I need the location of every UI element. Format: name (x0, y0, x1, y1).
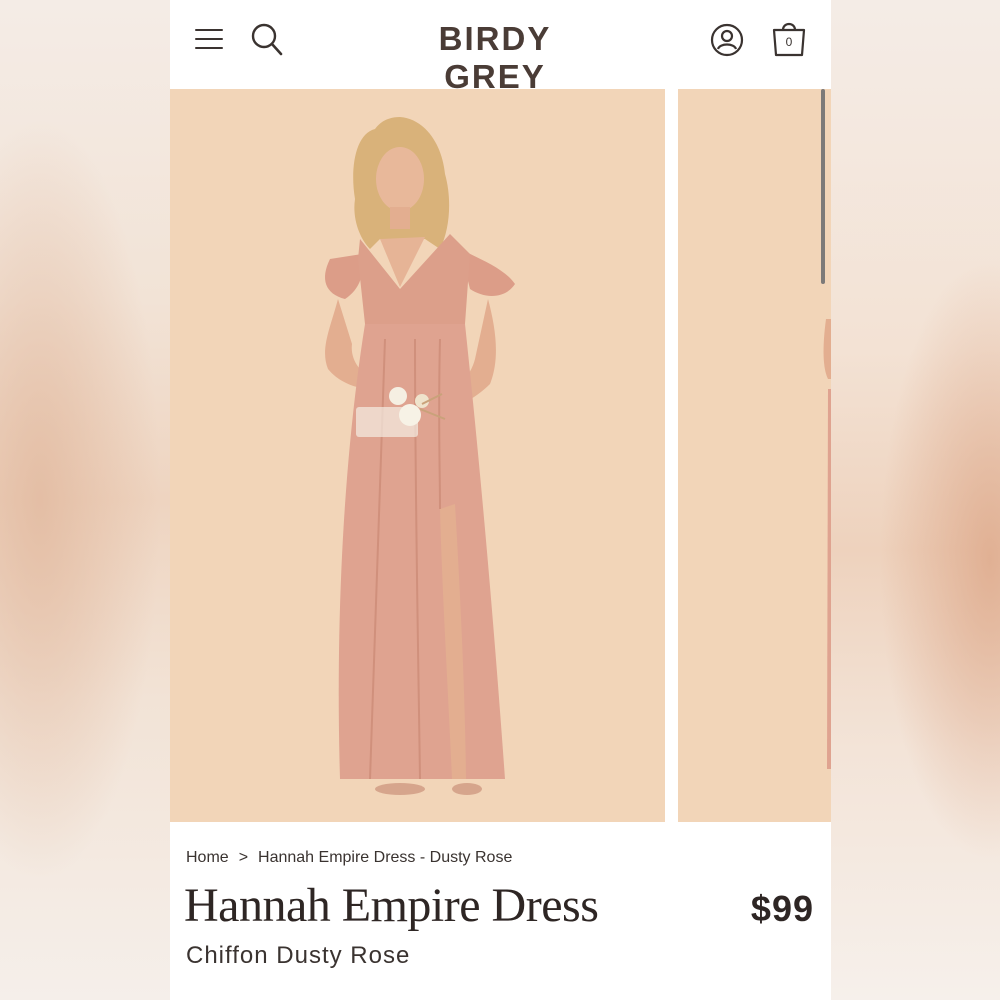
background-blur-right (830, 0, 1000, 1000)
site-header: BIRDY GREY 0 (170, 0, 831, 95)
product-info: Home > Hannah Empire Dress - Dusty Rose Ha… (170, 822, 831, 1000)
search-icon[interactable] (250, 22, 284, 58)
breadcrumb-separator: > (238, 849, 249, 866)
breadcrumb: Home > Hannah Empire Dress - Dusty Rose (186, 849, 512, 867)
product-price: $99 (750, 888, 814, 929)
next-image-preview (823, 319, 831, 769)
shopping-bag-icon[interactable]: 0 (771, 18, 807, 58)
product-image-gallery[interactable] (170, 89, 831, 822)
brand-logo[interactable]: BIRDY GREY (384, 20, 606, 96)
product-image-main[interactable] (170, 89, 665, 822)
account-icon[interactable] (710, 23, 744, 57)
product-variant: Chiffon Dusty Rose (186, 942, 411, 969)
background-blur-left (0, 0, 170, 1000)
mobile-screen: BIRDY GREY 0 Home > Hannah Empire Dress … (170, 0, 831, 1000)
menu-icon[interactable] (195, 27, 223, 51)
breadcrumb-current: Hannah Empire Dress - Dusty Rose (258, 849, 513, 866)
product-image-next[interactable] (678, 89, 831, 822)
bag-count-badge: 0 (785, 35, 793, 49)
breadcrumb-home-link[interactable]: Home (186, 849, 229, 866)
scrollbar[interactable] (821, 89, 825, 284)
model-in-dress-illustration (325, 117, 515, 795)
product-title: Hannah Empire Dress (184, 879, 599, 932)
